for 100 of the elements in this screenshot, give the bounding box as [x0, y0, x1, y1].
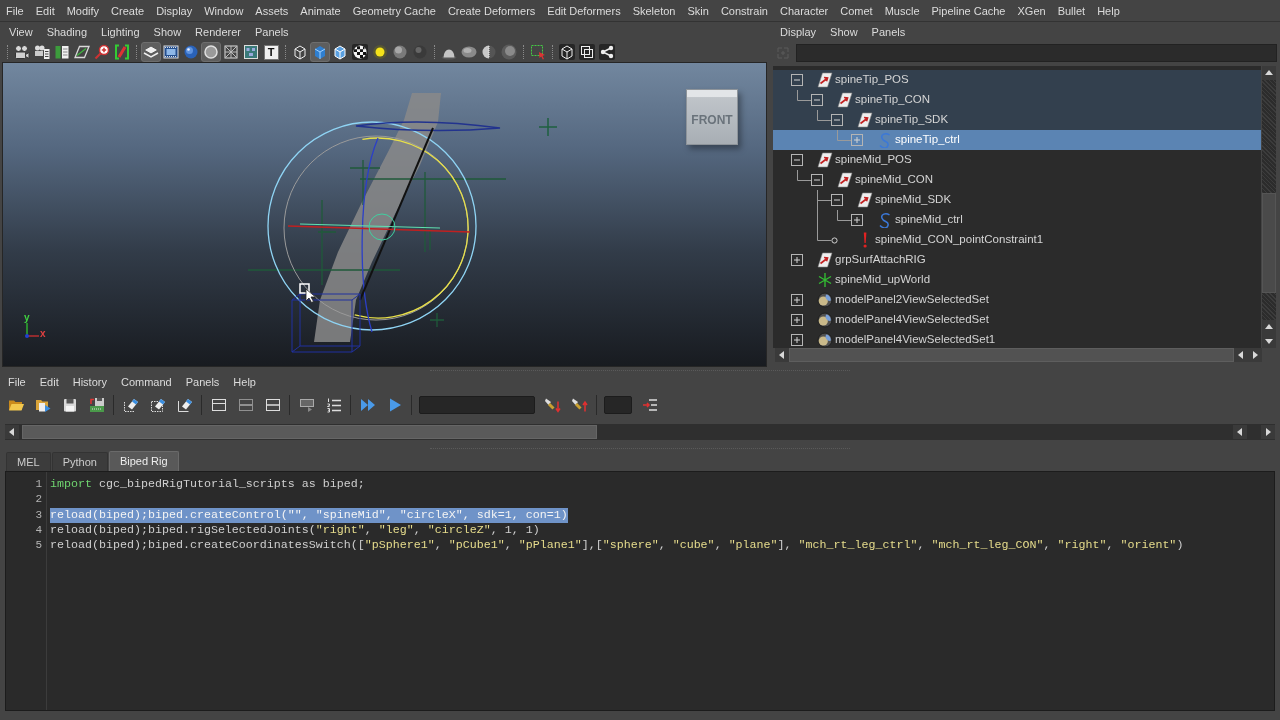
- sphere-icon: [501, 44, 517, 60]
- scroll-left-button[interactable]: [1233, 425, 1247, 439]
- menu-item[interactable]: Edit Deformers: [547, 3, 621, 18]
- scroll-right-button[interactable]: [1248, 348, 1262, 362]
- menu-item[interactable]: Help: [233, 375, 256, 389]
- menu-item[interactable]: Skeleton: [632, 3, 676, 18]
- outliner-item[interactable]: spineTip_ctrl: [895, 131, 960, 149]
- menu-item[interactable]: Muscle: [884, 3, 920, 18]
- line-number-field[interactable]: [604, 396, 632, 414]
- toolbar-button[interactable]: [92, 42, 112, 62]
- minus-box-icon[interactable]: [831, 194, 843, 206]
- menu-item[interactable]: Show: [830, 25, 858, 39]
- minus-box-icon[interactable]: [791, 154, 803, 166]
- scroll-up-button[interactable]: [1262, 66, 1276, 80]
- outliner-item[interactable]: spineMid_SDK: [875, 191, 952, 209]
- menu-item[interactable]: Display: [156, 3, 193, 18]
- minus-box-icon[interactable]: [811, 174, 823, 186]
- menu-item[interactable]: Panels: [254, 25, 289, 39]
- menu-item[interactable]: Edit: [35, 3, 55, 18]
- menu-item[interactable]: Bullet: [1057, 3, 1086, 18]
- outliner-item[interactable]: modelPanel4ViewSelectedSet1: [835, 331, 996, 348]
- menu-item[interactable]: Comet: [840, 3, 873, 18]
- plus-box-icon[interactable]: [791, 314, 803, 326]
- text-button[interactable]: T: [263, 44, 279, 60]
- menu-item[interactable]: Lighting: [101, 25, 140, 39]
- menu-item[interactable]: Panels: [871, 25, 906, 39]
- scrollbar-thumb[interactable]: [789, 348, 1234, 362]
- menu-item[interactable]: Show: [153, 25, 182, 39]
- menu-item[interactable]: Shading: [46, 25, 88, 39]
- triangle-down-icon: [1264, 336, 1274, 346]
- search-field[interactable]: [419, 396, 535, 414]
- scrollbar-thumb[interactable]: [1262, 193, 1276, 293]
- tree-row[interactable]: spineTip_SDK: [773, 110, 1261, 130]
- scroll-down-button[interactable]: [1262, 334, 1276, 348]
- outliner-item[interactable]: spineMid_upWorld: [835, 271, 931, 289]
- scroll-left-button[interactable]: [5, 425, 19, 439]
- triangle-up-icon: [1264, 68, 1274, 78]
- outliner-item[interactable]: spineTip_CON: [855, 91, 930, 109]
- menu-item[interactable]: Renderer: [195, 25, 241, 39]
- menu-item[interactable]: Modify: [66, 3, 100, 18]
- scroll-right-button[interactable]: [1261, 425, 1275, 439]
- toolbar-button[interactable]: [577, 42, 597, 62]
- outliner-item[interactable]: spineMid_ctrl: [895, 211, 963, 229]
- scroll-up-button[interactable]: [1262, 320, 1276, 334]
- menu-item[interactable]: Constrain: [720, 3, 768, 18]
- menu-item[interactable]: Help: [1097, 3, 1120, 18]
- scroll-left-button[interactable]: [775, 348, 789, 362]
- viewport[interactable]: FRONT y x: [2, 62, 767, 367]
- menu-item[interactable]: File: [8, 375, 26, 389]
- tab[interactable]: MEL: [6, 452, 51, 471]
- toolbar-button[interactable]: [241, 42, 261, 62]
- menu-item[interactable]: Pipeline Cache: [931, 3, 1006, 18]
- outliner-item[interactable]: spineMid_POS: [835, 151, 912, 169]
- minus-box-icon[interactable]: [811, 94, 823, 106]
- menu-item[interactable]: Animate: [300, 3, 341, 18]
- outliner-item[interactable]: spineMid_CON: [855, 171, 933, 189]
- tab[interactable]: Python: [51, 452, 108, 471]
- menu-item[interactable]: Create: [111, 3, 145, 18]
- menu-item[interactable]: Create Deformers: [447, 3, 536, 18]
- plus-box-icon[interactable]: [791, 294, 803, 306]
- menu-item[interactable]: Display: [780, 25, 817, 39]
- toolbar-button[interactable]: [597, 42, 617, 62]
- toolbar-button[interactable]: [161, 42, 181, 62]
- toolbar-button[interactable]: [370, 42, 390, 62]
- menu-item[interactable]: Panels: [185, 375, 220, 389]
- menu-item[interactable]: View: [9, 25, 33, 39]
- toolbar-button[interactable]: [557, 42, 577, 62]
- menu-item[interactable]: Character: [779, 3, 829, 18]
- outliner-item[interactable]: grpSurfAttachRIG: [835, 251, 926, 269]
- menu-item[interactable]: Skin: [687, 3, 709, 18]
- outliner-item[interactable]: modelPanel2ViewSelectedSet: [835, 291, 989, 309]
- filter-field[interactable]: [796, 44, 1277, 62]
- tree-row[interactable]: spineTip_CON: [773, 90, 1261, 110]
- menu-item[interactable]: Window: [204, 3, 244, 18]
- minus-box-icon[interactable]: [831, 114, 843, 126]
- menu-item[interactable]: Geometry Cache: [352, 3, 436, 18]
- plus-box-icon[interactable]: [791, 334, 803, 346]
- tree-row[interactable]: spineTip_POS: [773, 70, 1261, 90]
- toolbar-button[interactable]: [350, 42, 370, 62]
- menu-item[interactable]: File: [6, 3, 24, 18]
- eraser-icon: [176, 397, 193, 413]
- scroll-left-button[interactable]: [1234, 348, 1248, 362]
- toolbar-button[interactable]: [141, 42, 161, 62]
- outliner-item[interactable]: spineTip_SDK: [875, 111, 949, 129]
- scrollbar-thumb[interactable]: [22, 425, 597, 439]
- outliner-item[interactable]: spineTip_POS: [835, 71, 909, 89]
- menu-item[interactable]: History: [72, 375, 107, 389]
- minus-box-icon[interactable]: [791, 74, 803, 86]
- menu-item[interactable]: XGen: [1017, 3, 1046, 18]
- wire-cube-icon: [292, 44, 308, 60]
- menu-item[interactable]: Assets: [255, 3, 289, 18]
- outliner-item[interactable]: modelPanel4ViewSelectedSet: [835, 311, 989, 329]
- menu-item[interactable]: Edit: [39, 375, 59, 389]
- outliner-item[interactable]: spineMid_CON_pointConstraint1: [875, 231, 1044, 249]
- tab[interactable]: Biped Rig: [108, 451, 179, 471]
- triangle-right-icon: [1250, 350, 1260, 360]
- plus-box-icon[interactable]: [791, 254, 803, 266]
- tree-row[interactable]: spineTip_ctrl: [773, 130, 1261, 150]
- plus-box-icon[interactable]: [851, 214, 863, 226]
- menu-item[interactable]: Command: [120, 375, 172, 389]
